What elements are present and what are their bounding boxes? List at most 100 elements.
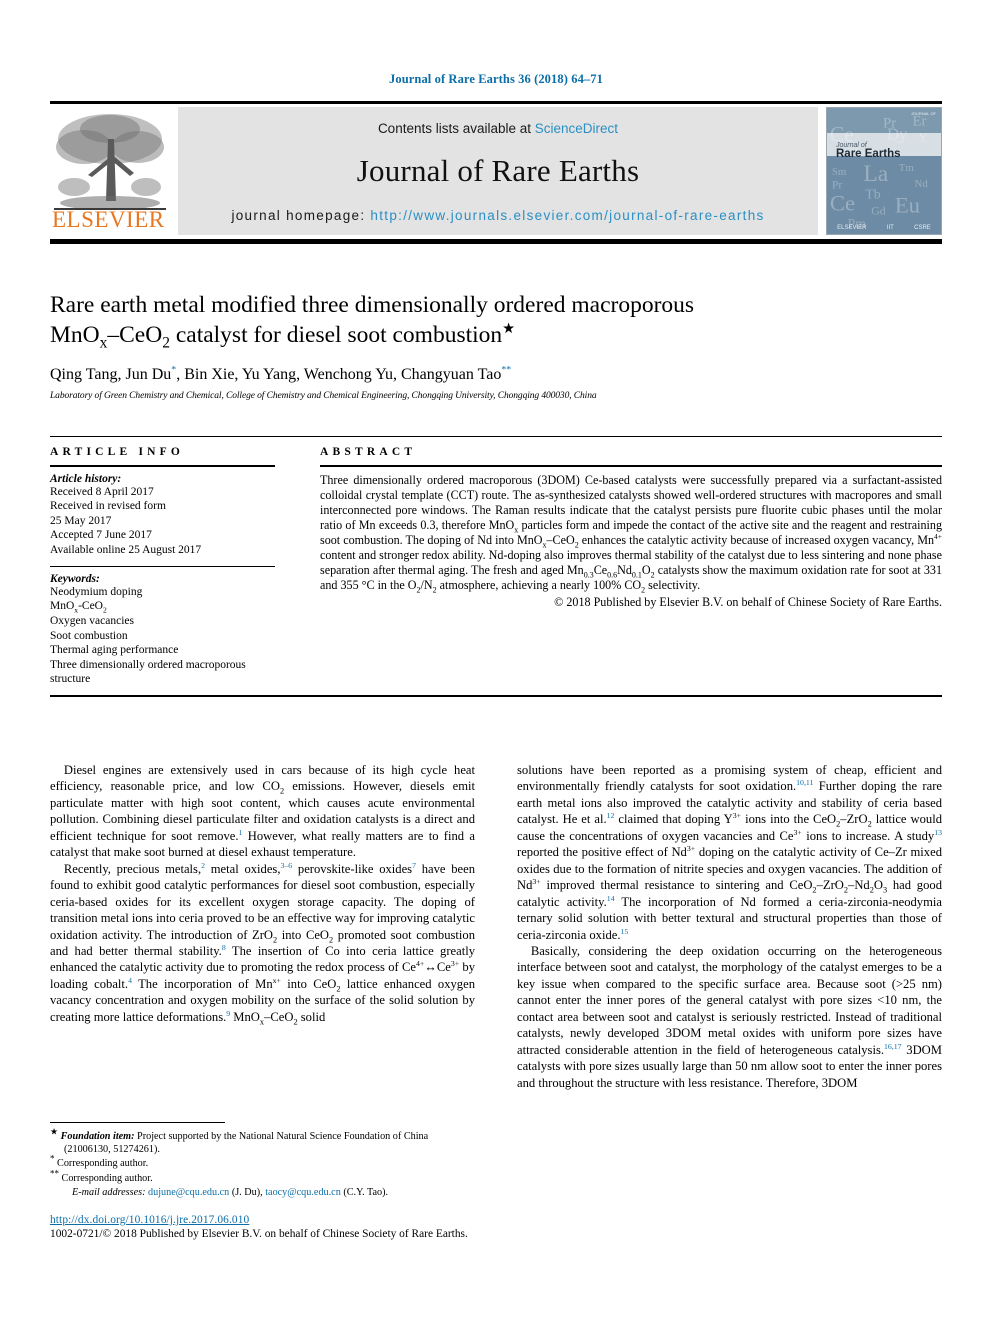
body-paragraph: Diesel engines are extensively used in c… bbox=[50, 762, 475, 861]
foundation-label: Foundation item: bbox=[60, 1131, 135, 1142]
paper-page: Journal of Rare Earths 36 (2018) 64–71 E… bbox=[0, 0, 992, 1323]
body-column-gap bbox=[475, 762, 517, 1091]
body-text-run: ions to increase. A study bbox=[801, 828, 935, 843]
contents-available-line: Contents lists available at ScienceDirec… bbox=[178, 121, 818, 136]
footnote-corresponding-1: * Corresponding author. bbox=[50, 1154, 475, 1170]
svg-text:La: La bbox=[863, 161, 888, 187]
article-history-line: Received in revised form bbox=[50, 500, 166, 513]
body-paragraph: solutions have been reported as a promis… bbox=[517, 762, 942, 943]
keywords-top-rule bbox=[50, 565, 275, 567]
issn-copyright-line: 1002-0721/© 2018 Published by Elsevier B… bbox=[50, 1228, 468, 1240]
abstract-o: O bbox=[641, 563, 651, 578]
info-top-rule bbox=[50, 436, 942, 437]
svg-text:Nd: Nd bbox=[915, 178, 929, 190]
footnote-double-asterisk-icon: ** bbox=[50, 1168, 59, 1179]
body-text-run: MnO bbox=[230, 1009, 260, 1024]
email-link-1[interactable]: dujune@cqu.edu.cn bbox=[148, 1187, 229, 1198]
author-mark-corresponding-2: ** bbox=[501, 364, 512, 376]
title-sub-2: 2 bbox=[162, 334, 170, 352]
journal-header-panel: Contents lists available at ScienceDirec… bbox=[178, 107, 818, 235]
footnote-asterisk-icon: * bbox=[50, 1154, 55, 1165]
footnotes: ★ Foundation item: Project supported by … bbox=[50, 1122, 475, 1200]
journal-header-band: ELSEVIER Contents lists available at Sci… bbox=[50, 101, 942, 244]
page-title: Rare earth metal modified three dimensio… bbox=[50, 290, 930, 352]
article-history-line: Accepted 7 June 2017 bbox=[50, 529, 152, 542]
footnote-emails: E-mail addresses: dujune@cqu.edu.cn (J. … bbox=[50, 1186, 475, 1199]
title-block: Rare earth metal modified three dimensio… bbox=[50, 290, 930, 401]
column-gap bbox=[275, 446, 320, 687]
citation-reference[interactable]: 13 bbox=[934, 828, 942, 837]
title-footnote-star: ★ bbox=[502, 321, 516, 338]
body-text-run: Basically, considering the deep oxidatio… bbox=[517, 943, 942, 1057]
email-2-paren: (C.Y. Tao). bbox=[340, 1186, 389, 1198]
title-line-1: Rare earth metal modified three dimensio… bbox=[50, 292, 695, 318]
info-bottom-rule bbox=[50, 694, 942, 697]
article-info-rule bbox=[50, 465, 275, 467]
chem-superscript: 4+ bbox=[415, 959, 425, 969]
chem-superscript: 3+ bbox=[532, 876, 541, 886]
citation-reference[interactable]: 3–6 bbox=[280, 861, 292, 870]
corresponding-author-2: Corresponding author. bbox=[61, 1172, 153, 1184]
homepage-url-link[interactable]: http://www.journals.elsevier.com/journal… bbox=[370, 208, 764, 223]
journal-title: Journal of Rare Earths bbox=[356, 153, 640, 188]
svg-text:Eu: Eu bbox=[895, 192, 920, 217]
body-text-run: ions into the CeO bbox=[741, 812, 837, 827]
email-link-2[interactable]: taocy@cqu.edu.cn bbox=[265, 1187, 341, 1198]
chem-superscript: 3+ bbox=[686, 844, 696, 854]
keyword-item: Neodymium doping bbox=[50, 585, 143, 598]
body-text-run: –CeO bbox=[264, 1009, 294, 1024]
footnote-rule bbox=[50, 1122, 225, 1123]
cover-element-letters: Pr Er Ce Dy Y Ho Sm La Tm Pr Nd Tb Ce Gd… bbox=[830, 114, 929, 231]
abstract-heading: ABSTRACT bbox=[320, 446, 417, 458]
abstract-seg-9: selectivity. bbox=[645, 578, 701, 593]
body-text-run: O bbox=[873, 878, 883, 893]
citation-reference[interactable]: 10,11 bbox=[796, 778, 813, 787]
body-text-run: solid bbox=[297, 1009, 326, 1024]
body-column-right: solutions have been reported as a promis… bbox=[517, 762, 942, 1091]
journal-cover-thumbnail: Pr Er Ce Dy Y Ho Sm La Tm Pr Nd Tb Ce Gd… bbox=[826, 107, 942, 235]
sciencedirect-link[interactable]: ScienceDirect bbox=[535, 121, 618, 136]
chem-superscript: x+ bbox=[272, 975, 281, 985]
citation-reference[interactable]: 15 bbox=[621, 926, 629, 935]
abstract-nd: Nd bbox=[617, 563, 632, 578]
title-line-2-post: catalyst for diesel soot combustion bbox=[169, 322, 503, 348]
keyword-item: Three dimensionally ordered macroporous … bbox=[50, 658, 246, 686]
abstract-text: Three dimensionally ordered macroporous … bbox=[320, 473, 942, 595]
citation-reference[interactable]: 14 bbox=[607, 893, 615, 902]
keywords-label: Keywords: bbox=[50, 572, 100, 585]
authors-part-2: , Bin Xie, Yu Yang, Wenchong Yu, Changyu… bbox=[176, 366, 502, 383]
elsevier-logo: ELSEVIER bbox=[50, 107, 172, 235]
abstract-seg-8: atmosphere, achieving a nearly 100% CO bbox=[436, 578, 642, 593]
svg-text:Dy: Dy bbox=[887, 125, 908, 144]
body-paragraph: Basically, considering the deep oxidatio… bbox=[517, 943, 942, 1091]
footnote-corresponding-2: ** Corresponding author. bbox=[50, 1169, 475, 1185]
elsevier-wordmark: ELSEVIER bbox=[52, 207, 165, 232]
header-top-rule bbox=[50, 101, 942, 104]
body-text-run: –ZrO bbox=[816, 878, 844, 893]
body-paragraph: Recently, precious metals,2 metal oxides… bbox=[50, 861, 475, 1026]
homepage-label: journal homepage: bbox=[231, 208, 371, 223]
chem-superscript: 3+ bbox=[732, 811, 742, 821]
abstract-seg-3: –CeO bbox=[546, 532, 575, 547]
body-text-run: claimed that doping Y bbox=[614, 812, 733, 827]
body-text-run: perovskite-like oxides bbox=[292, 861, 413, 876]
contents-prefix: Contents lists available at bbox=[377, 121, 535, 136]
body-column-left: Diesel engines are extensively used in c… bbox=[50, 762, 475, 1091]
keyword-item: MnOx-CeO2 bbox=[50, 600, 107, 615]
body-text-region: Diesel engines are extensively used in c… bbox=[50, 762, 942, 1091]
footnote-foundation: ★ Foundation item: Project supported by … bbox=[50, 1127, 475, 1156]
keyword-item: Thermal aging performance bbox=[50, 644, 179, 657]
doi-link[interactable]: http://dx.doi.org/10.1016/j.jre.2017.06.… bbox=[50, 1214, 942, 1226]
elsevier-tree-icon bbox=[54, 114, 166, 210]
body-text-run: –Nd bbox=[848, 878, 870, 893]
svg-text:Sm: Sm bbox=[832, 166, 847, 178]
body-text-run: –ZrO bbox=[840, 812, 868, 827]
chem-superscript: 3+ bbox=[793, 827, 802, 837]
title-line-2-mid: –CeO bbox=[107, 322, 163, 348]
chem-superscript: 3+ bbox=[450, 959, 460, 969]
article-info-heading: ARTICLE INFO bbox=[50, 446, 185, 458]
page-footer: http://dx.doi.org/10.1016/j.jre.2017.06.… bbox=[50, 1214, 942, 1240]
running-head: Journal of Rare Earths 36 (2018) 64–71 bbox=[389, 72, 603, 86]
abstract-ce: Ce bbox=[593, 563, 608, 578]
citation-reference[interactable]: 16,17 bbox=[884, 1042, 902, 1051]
